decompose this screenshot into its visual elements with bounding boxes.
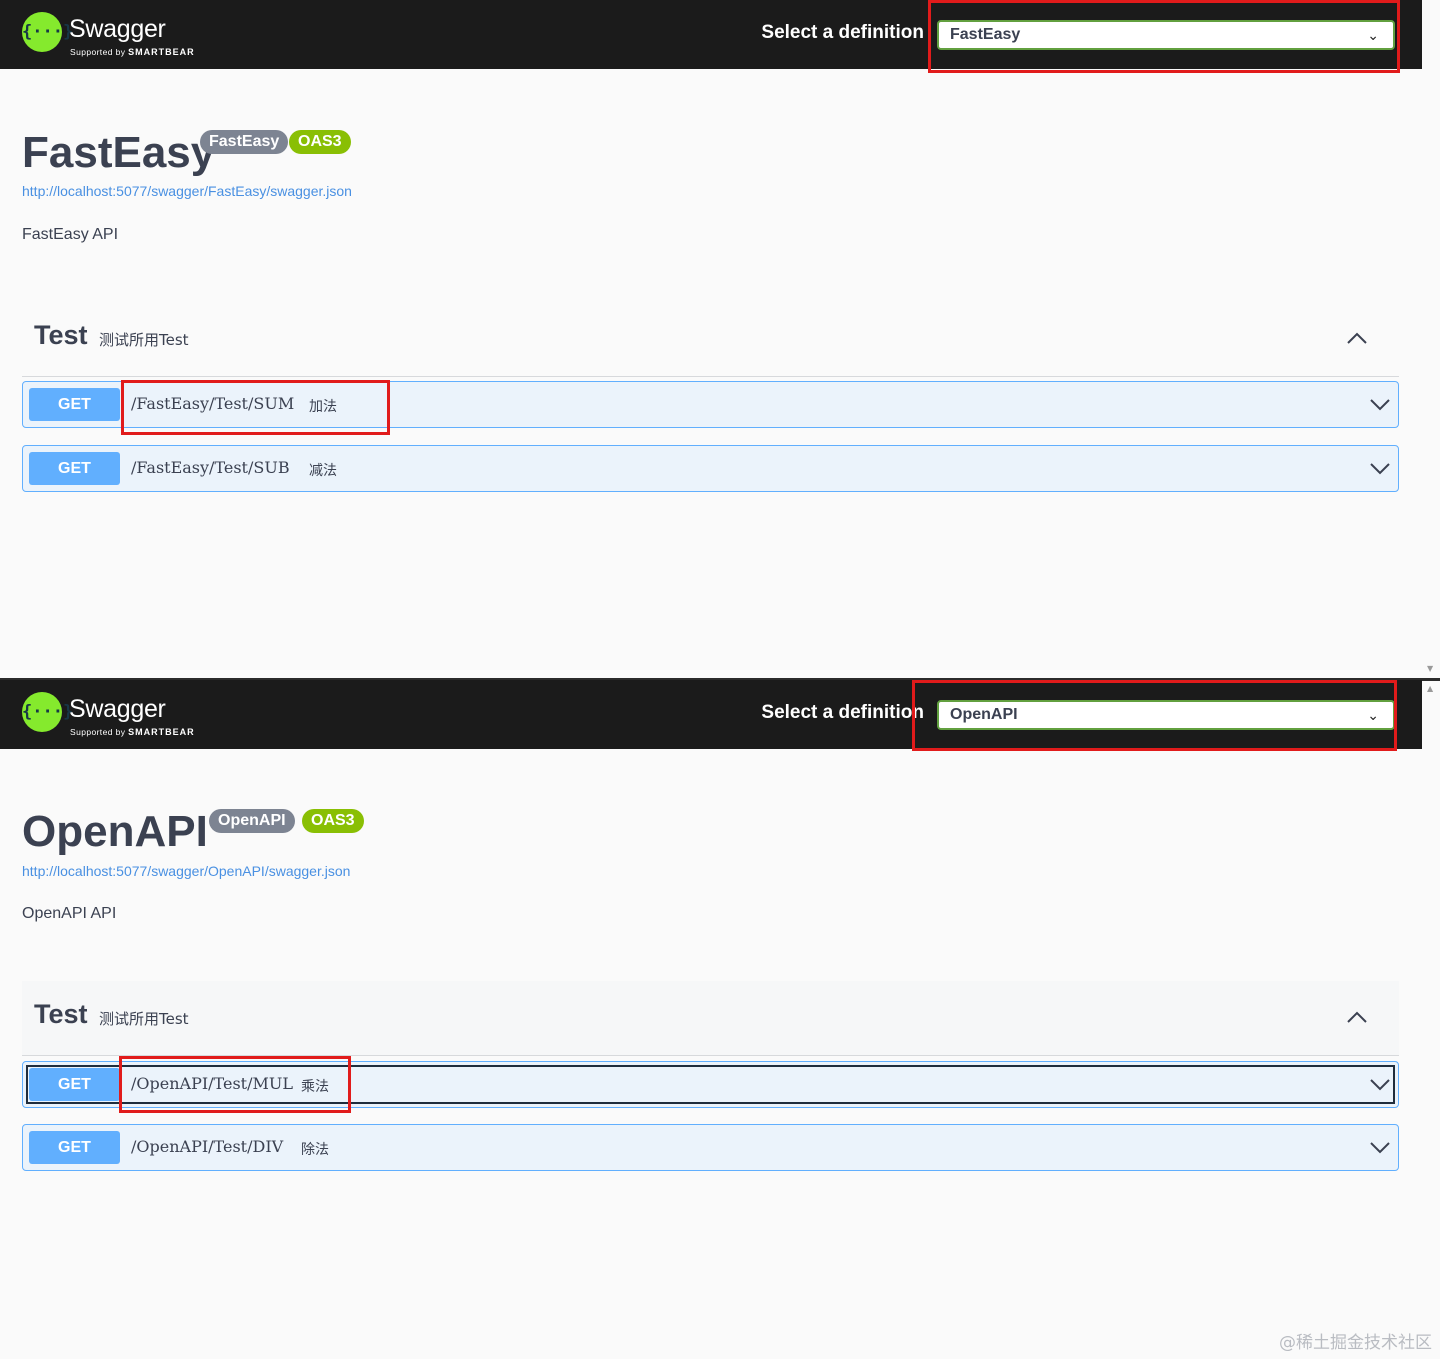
operation-summary: 乘法 [301, 1079, 329, 1095]
tag-name: Test [34, 999, 88, 1029]
method-badge-get: GET [29, 1068, 120, 1101]
operation-path: /OpenAPI/Test/DIV [131, 1137, 284, 1156]
chevron-down-icon[interactable] [1368, 394, 1392, 414]
watermark: @稀土掘金技术社区 [1279, 1333, 1432, 1353]
api-title: OpenAPI [22, 807, 208, 856]
method-badge-get: GET [29, 452, 120, 485]
brand-name: Swagger [69, 695, 166, 723]
swagger-panel-fasteasy: {···} Swagger Supported by SMARTBEAR Sel… [0, 0, 1422, 679]
oas-badge: OAS3 [302, 809, 364, 833]
chevron-down-icon: ⌄ [1367, 707, 1379, 723]
operation-get-sum[interactable]: GET /FastEasy/Test/SUM 加法 [22, 381, 1399, 428]
scroll-down-arrow-icon[interactable]: ▼ [1427, 664, 1433, 673]
scroll-up-arrow-icon[interactable]: ▲ [1427, 684, 1433, 693]
api-description: OpenAPI API [22, 905, 117, 922]
select-definition-label: Select a definition [761, 702, 924, 723]
tag-name: Test [34, 320, 88, 350]
top-bar: {···} Swagger Supported by SMARTBEAR Sel… [0, 0, 1422, 69]
select-definition-label: Select a definition [761, 22, 924, 43]
chevron-down-icon[interactable] [1368, 458, 1392, 478]
version-badge: FastEasy [200, 130, 289, 154]
version-badge: OpenAPI [209, 809, 295, 833]
operation-get-sub[interactable]: GET /FastEasy/Test/SUB 减法 [22, 445, 1399, 492]
chevron-down-icon[interactable] [1368, 1074, 1392, 1094]
operation-path: /FastEasy/Test/SUB [131, 458, 290, 477]
operation-summary: 加法 [309, 399, 337, 415]
chevron-down-icon: ⌄ [1367, 27, 1379, 43]
method-badge-get: GET [29, 1131, 120, 1164]
definition-select[interactable]: FastEasy ⌄ [937, 20, 1395, 50]
spec-url-link[interactable]: http://localhost:5077/swagger/OpenAPI/sw… [22, 863, 350, 879]
brand-name: Swagger [69, 15, 166, 43]
tag-section-test[interactable]: Test 测试所用Test [22, 302, 1399, 377]
brand-subtitle: Supported by SMARTBEAR [70, 47, 195, 57]
operation-summary: 除法 [301, 1142, 329, 1158]
oas-badge: OAS3 [289, 130, 351, 154]
api-description: FastEasy API [22, 226, 119, 243]
spec-url-link[interactable]: http://localhost:5077/swagger/FastEasy/s… [22, 183, 352, 199]
operation-path: /FastEasy/Test/SUM [131, 394, 295, 413]
operation-get-mul[interactable]: GET /OpenAPI/Test/MUL 乘法 [22, 1061, 1399, 1108]
operation-summary: 减法 [309, 463, 337, 479]
tag-description: 测试所用Test [99, 331, 189, 349]
brand-subtitle: Supported by SMARTBEAR [70, 727, 195, 737]
swagger-panel-openapi: {···} Swagger Supported by SMARTBEAR Sel… [0, 680, 1422, 1359]
method-badge-get: GET [29, 388, 120, 421]
chevron-up-icon[interactable] [1345, 1007, 1369, 1027]
tag-section-test[interactable]: Test 测试所用Test [22, 981, 1399, 1056]
definition-select[interactable]: OpenAPI ⌄ [937, 700, 1395, 730]
swagger-logo-icon[interactable]: {···} [22, 692, 73, 732]
api-title: FastEasy [22, 128, 216, 177]
chevron-up-icon[interactable] [1345, 328, 1369, 348]
operation-get-div[interactable]: GET /OpenAPI/Test/DIV 除法 [22, 1124, 1399, 1171]
chevron-down-icon[interactable] [1368, 1137, 1392, 1157]
tag-description: 测试所用Test [99, 1010, 189, 1028]
swagger-logo-icon[interactable]: {···} [22, 12, 73, 52]
operation-path: /OpenAPI/Test/MUL [131, 1074, 293, 1093]
top-bar: {···} Swagger Supported by SMARTBEAR Sel… [0, 680, 1422, 749]
